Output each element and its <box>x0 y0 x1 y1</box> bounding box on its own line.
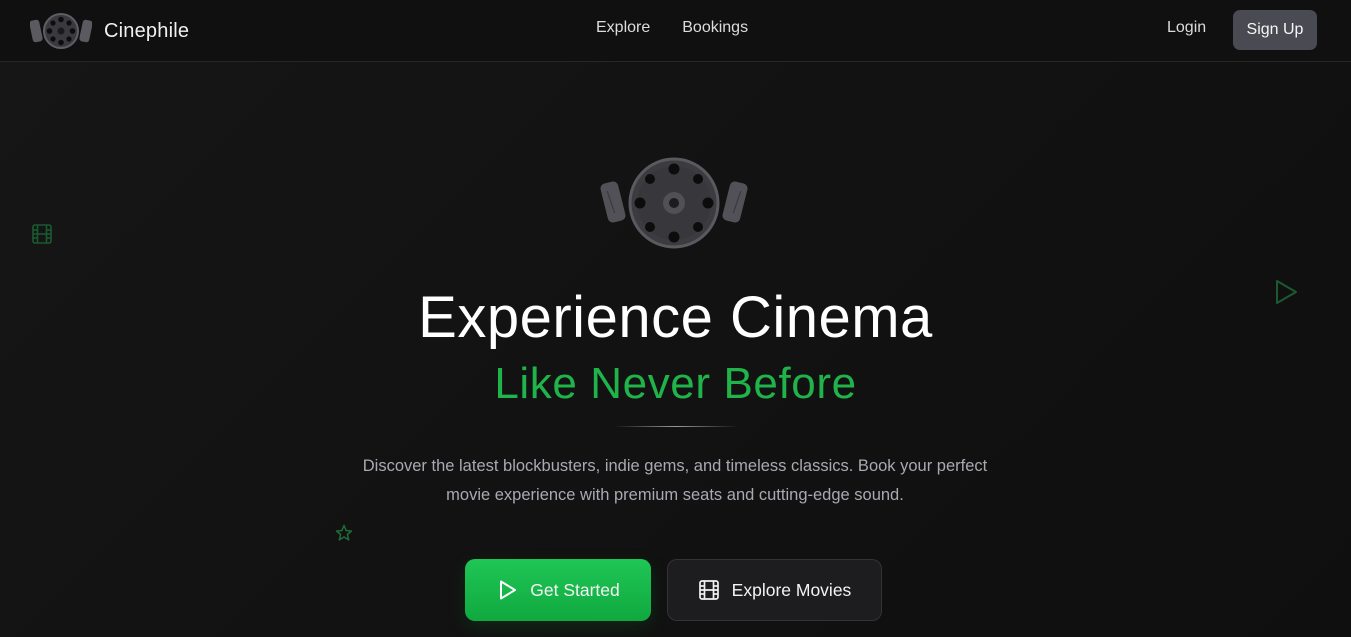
nav-bookings-link[interactable]: Bookings <box>682 19 748 37</box>
hero-subtitle: Like Never Before <box>494 359 857 408</box>
star-icon <box>335 524 353 541</box>
hero-divider <box>614 426 738 427</box>
get-started-label: Get Started <box>530 579 620 600</box>
play-icon <box>500 580 517 600</box>
landing-page: Cinephile Explore Bookings Login Sign Up <box>0 0 1351 637</box>
hero-title: Experience Cinema <box>418 285 933 350</box>
hero-description: Discover the latest blockbusters, indie … <box>362 457 988 504</box>
get-started-button[interactable]: Get Started <box>465 559 651 621</box>
film-icon <box>32 224 52 244</box>
top-navbar: Cinephile Explore Bookings Login Sign Up <box>0 0 1351 62</box>
brand-link[interactable]: Cinephile <box>30 11 189 51</box>
film-reel-icon <box>30 13 92 49</box>
signup-button[interactable]: Sign Up <box>1233 10 1317 50</box>
nav-explore-link[interactable]: Explore <box>596 19 650 37</box>
main-nav: Explore Bookings <box>596 19 748 37</box>
explore-movies-button[interactable]: Explore Movies <box>667 559 882 621</box>
login-link[interactable]: Login <box>1167 19 1206 37</box>
explore-movies-label: Explore Movies <box>731 579 852 600</box>
film-reel-icon <box>600 157 748 249</box>
brand-name: Cinephile <box>104 19 190 42</box>
film-icon <box>698 580 719 600</box>
